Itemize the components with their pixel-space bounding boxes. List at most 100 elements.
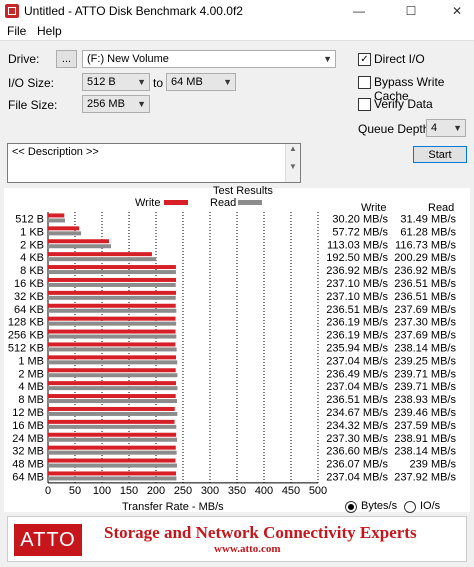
write-value-label: 237.04 MB/s	[326, 381, 388, 393]
chevron-down-icon: ▼	[323, 54, 332, 64]
x-tick-label: 450	[282, 485, 300, 497]
chevron-down-icon: ▼	[137, 77, 146, 87]
category-label: 1 MB	[18, 355, 44, 367]
read-value-label: 236.51 MB/s	[394, 278, 456, 290]
to-label: to	[153, 76, 164, 90]
read-value-label: 239.25 MB/s	[394, 355, 456, 367]
read-value-label: 200.29 MB/s	[394, 252, 456, 264]
menu-help[interactable]: Help	[37, 24, 62, 38]
read-value-label: 116.73 MB/s	[395, 239, 456, 251]
write-value-label: 237.04 MB/s	[326, 471, 388, 483]
bypass-write-cache-checkbox[interactable]	[358, 76, 371, 89]
category-label: 24 MB	[12, 433, 44, 445]
write-bar	[48, 213, 65, 218]
category-label: 48 MB	[12, 459, 44, 471]
category-label: 2 MB	[18, 368, 44, 380]
category-label: 32 KB	[14, 291, 44, 303]
write-value-label: 236.51 MB/s	[326, 394, 388, 406]
read-value-label: 61.28 MB/s	[400, 226, 456, 238]
write-bar	[48, 226, 80, 231]
x-tick-label: 250	[174, 485, 192, 497]
description-text: << Description >>	[12, 146, 99, 158]
bytes-per-second-label: Bytes/s	[361, 500, 398, 512]
category-label: 8 MB	[18, 394, 44, 406]
read-bar	[48, 244, 112, 249]
description-textarea[interactable]: << Description >> ▲ ▼	[7, 143, 301, 183]
write-bar	[48, 277, 177, 282]
write-bar	[48, 458, 176, 463]
maximize-button[interactable]: ☐	[394, 0, 428, 22]
direct-io-label: Direct I/O	[374, 52, 425, 66]
io-per-second-radio[interactable]	[404, 501, 416, 513]
read-bar	[48, 321, 177, 326]
browse-button[interactable]: ...	[56, 50, 77, 68]
write-value-label: 236.92 MB/s	[326, 265, 388, 277]
menu-file[interactable]: File	[7, 24, 26, 38]
atto-banner[interactable]: ATTO Storage and Network Connectivity Ex…	[7, 516, 467, 562]
write-value-label: 236.07 MB/s	[326, 459, 388, 471]
write-bar	[48, 252, 152, 257]
write-value-label: 236.19 MB/s	[326, 317, 388, 329]
io-per-second-label: IO/s	[420, 500, 441, 512]
read-bar	[48, 424, 177, 429]
x-axis-label: Transfer Rate - MB/s	[122, 501, 224, 513]
read-bar	[48, 334, 177, 339]
verify-data-checkbox[interactable]	[358, 98, 371, 111]
file-size-select[interactable]: 256 MB ▼	[82, 95, 150, 113]
read-value-label: 237.92 MB/s	[394, 471, 456, 483]
chevron-down-icon: ▼	[453, 123, 462, 133]
read-value-label: 237.69 MB/s	[394, 304, 456, 316]
category-label: 512 B	[15, 213, 44, 225]
write-bar	[48, 419, 175, 424]
read-bar	[48, 360, 178, 365]
read-value-label: 239.71 MB/s	[394, 381, 456, 393]
x-tick-label: 350	[228, 485, 246, 497]
read-value-label: 238.14 MB/s	[394, 342, 456, 354]
write-value-label: 234.67 MB/s	[326, 407, 388, 419]
category-label: 12 MB	[12, 407, 44, 419]
io-size-to-select[interactable]: 64 MB ▼	[166, 73, 236, 91]
title-bar: Untitled - ATTO Disk Benchmark 4.00.0f2 …	[0, 0, 474, 22]
file-size-label: File Size:	[8, 98, 58, 112]
category-label: 32 MB	[12, 446, 44, 458]
write-bar	[48, 406, 175, 411]
close-button[interactable]: ✕	[440, 0, 474, 22]
category-label: 1 KB	[20, 226, 44, 238]
category-label: 16 KB	[14, 278, 44, 290]
minimize-button[interactable]: —	[342, 0, 376, 22]
read-bar	[48, 282, 176, 287]
x-tick-label: 100	[93, 485, 111, 497]
category-label: 4 KB	[20, 252, 44, 264]
start-button[interactable]: Start	[413, 146, 467, 163]
io-size-from-select[interactable]: 512 B ▼	[82, 73, 150, 91]
read-bar	[48, 450, 177, 455]
read-bar	[48, 347, 177, 352]
read-value-label: 237.30 MB/s	[394, 317, 456, 329]
category-label: 4 MB	[18, 381, 44, 393]
write-bar	[48, 265, 176, 270]
read-bar	[48, 411, 178, 416]
read-bar	[48, 308, 177, 313]
x-tick-label: 300	[201, 485, 219, 497]
read-value-label: 237.69 MB/s	[394, 330, 456, 342]
drive-value: (F:) New Volume	[87, 53, 169, 65]
chevron-down-icon: ▼	[223, 77, 232, 87]
write-value-label: 192.50 MB/s	[326, 252, 388, 264]
category-label: 2 KB	[20, 239, 44, 251]
write-bar	[48, 329, 176, 334]
write-bar	[48, 381, 177, 386]
results-panel: Test Results Write Read Write Read 0 50 10…	[4, 185, 470, 513]
drive-select[interactable]: (F:) New Volume ▼	[82, 50, 336, 68]
direct-io-checkbox[interactable]: ✓	[358, 53, 371, 66]
scrollbar[interactable]: ▲ ▼	[285, 144, 300, 182]
write-value-label: 234.32 MB/s	[326, 420, 388, 432]
bytes-per-second-radio[interactable]	[345, 501, 357, 513]
read-bar	[48, 399, 178, 404]
read-bar	[48, 295, 176, 300]
write-value-label: 113.03 MB/s	[327, 239, 388, 251]
write-bar	[48, 471, 177, 476]
menu-bar: File Help	[0, 22, 474, 41]
queue-depth-select[interactable]: 4 ▼	[426, 119, 466, 137]
read-value-label: 238.93 MB/s	[394, 394, 456, 406]
read-bar	[48, 476, 177, 481]
